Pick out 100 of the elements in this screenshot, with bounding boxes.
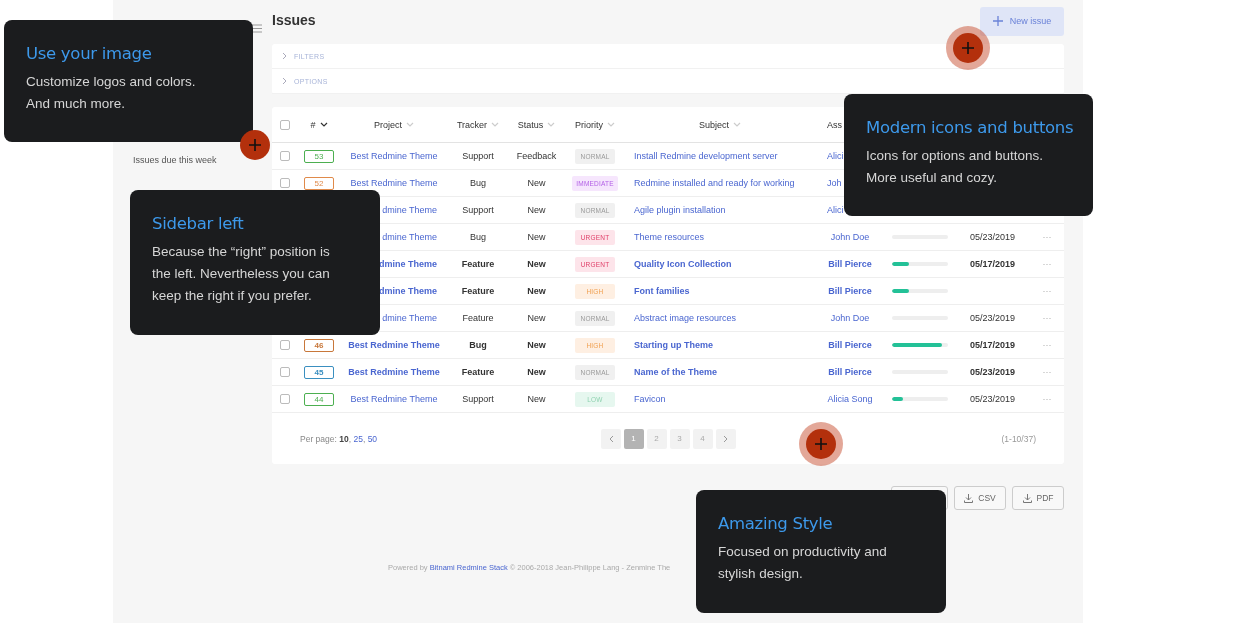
checkbox[interactable]: [280, 367, 290, 377]
table-cell-text: New: [526, 178, 547, 188]
assignee-link[interactable]: John Doe: [830, 232, 870, 242]
column-header[interactable]: Status: [517, 119, 556, 130]
tooltip-title: Sidebar left: [152, 214, 245, 233]
table-cell-text: Feature: [461, 313, 495, 323]
column-header[interactable]: Priority: [575, 119, 615, 130]
column-header[interactable]: Project: [374, 119, 414, 130]
project-link[interactable]: dmine Theme: [379, 259, 437, 269]
table-cell-text: Bug: [469, 178, 487, 188]
table-cell-text: Feature: [460, 259, 496, 269]
table-cell-text: New: [526, 286, 547, 296]
sort-chevron-icon: [319, 122, 328, 127]
chevron-right-icon: [722, 434, 729, 443]
project-link[interactable]: Best Redmine Theme: [348, 367, 440, 377]
column-header[interactable]: #: [310, 119, 328, 130]
subject-link[interactable]: Name of the Theme: [634, 367, 718, 377]
assignee-link[interactable]: Bill Pierce: [828, 367, 872, 377]
column-header[interactable]: Ass: [827, 119, 842, 130]
subject-link[interactable]: Theme resources: [634, 232, 705, 242]
table-cell-text: Feature: [460, 367, 496, 377]
tooltip-text: Customize logos and colors. And much more.: [26, 73, 197, 113]
subject-link[interactable]: Abstract image resources: [634, 313, 737, 323]
table-cell-text: Support: [461, 205, 495, 215]
table-cell-text: New: [526, 367, 547, 377]
tooltip-title: Modern icons and buttons: [866, 118, 1075, 137]
export-button[interactable]: CSV: [954, 486, 1006, 510]
previous-page-button[interactable]: [600, 428, 621, 449]
page-title: Issues: [272, 12, 316, 30]
due-date: 05/23/2019: [969, 367, 1015, 377]
checkbox[interactable]: [280, 340, 290, 350]
export-button[interactable]: PDF: [1012, 486, 1064, 510]
sidebar-link[interactable]: Issues due this week: [133, 155, 217, 165]
issue-id-tag[interactable]: 52: [304, 176, 334, 190]
subject-link[interactable]: Starting up Theme: [634, 340, 713, 350]
project-link[interactable]: dmine Theme: [379, 286, 437, 296]
assignee-link[interactable]: Alici: [827, 151, 844, 161]
table-cell-text: Support: [461, 151, 495, 161]
result-count: (1-10/37): [1001, 433, 1036, 444]
issue-id-tag[interactable]: 53: [304, 149, 334, 163]
sort-chevron-icon: [547, 122, 556, 127]
issue-id-tag[interactable]: 44: [304, 392, 334, 406]
due-date: 05/17/2019: [969, 259, 1015, 269]
per-page-link[interactable]: 50: [367, 433, 378, 444]
table-cell-text: Bug: [468, 340, 488, 350]
tooltip-title: Amazing Style: [718, 514, 834, 533]
tooltip-title: Use your image: [26, 44, 153, 63]
project-link[interactable]: Best Redmine Theme: [350, 151, 438, 161]
checkbox[interactable]: [280, 119, 290, 130]
due-date: 05/23/2019: [969, 313, 1015, 323]
table-cell-text: Feedback: [515, 151, 558, 161]
due-date: 05/23/2019: [969, 232, 1015, 242]
table-cell-text: New: [526, 259, 547, 269]
subject-link[interactable]: Install Redmine development server: [634, 151, 778, 161]
project-link[interactable]: Best Redmine Theme: [348, 340, 440, 350]
issue-id-tag[interactable]: 46: [304, 338, 334, 352]
project-link[interactable]: dmine Theme: [382, 232, 437, 242]
tooltip-text: Icons for options and buttons. More useful and cozy.: [866, 147, 1045, 187]
project-link[interactable]: Best Redmine Theme: [350, 178, 438, 188]
project-link[interactable]: dmine Theme: [382, 205, 437, 215]
assignee-link[interactable]: Joh: [827, 178, 842, 188]
subject-link[interactable]: Font families: [634, 286, 690, 296]
issue-id-tag[interactable]: 45: [304, 365, 334, 379]
chevron-icon: [282, 52, 288, 60]
assignee-link[interactable]: Bill Pierce: [828, 340, 872, 350]
per-page-link[interactable]: 25: [353, 433, 363, 444]
column-header[interactable]: Tracker: [456, 119, 500, 130]
progress-bar: [892, 343, 948, 347]
table-cell-text: New: [526, 313, 547, 323]
project-link[interactable]: dmine Theme: [382, 313, 437, 323]
assignee-link[interactable]: John Doe: [830, 313, 870, 323]
assignee-link[interactable]: Bill Pierce: [828, 286, 872, 296]
subject-link[interactable]: Favicon: [634, 394, 666, 404]
next-page-button[interactable]: [715, 428, 736, 449]
assignee-link[interactable]: Alici: [827, 205, 844, 215]
download-icon: [964, 493, 974, 503]
sort-chevron-icon: [491, 122, 500, 127]
menu-icon[interactable]: [252, 24, 262, 33]
assignee-link[interactable]: Alicia Song: [827, 394, 873, 404]
due-date: 05/23/2019: [969, 394, 1015, 404]
table-cell-text: Bug: [469, 232, 487, 242]
checkbox[interactable]: [280, 151, 290, 161]
plus-icon: [962, 42, 974, 54]
checkbox[interactable]: [280, 178, 290, 188]
table-cell-text: New: [526, 232, 547, 242]
subject-link[interactable]: Redmine installed and ready for working: [634, 178, 795, 188]
subject-link[interactable]: Quality Icon Collection: [634, 259, 732, 269]
column-header[interactable]: Subject: [699, 119, 741, 130]
assignee-link[interactable]: Bill Pierce: [828, 259, 872, 269]
tooltip-text: Because the “right” position is the left. Nevertheless you can keep the right if you prefer.: [152, 243, 331, 305]
sort-chevron-icon: [607, 122, 615, 127]
table-cell-text: New: [526, 205, 547, 215]
subject-link[interactable]: Agile plugin installation: [634, 205, 726, 215]
plus-icon: [992, 16, 1003, 26]
project-link[interactable]: Best Redmine Theme: [350, 394, 438, 404]
new-issue-button[interactable]: New issue: [980, 6, 1064, 36]
plus-icon: [815, 438, 827, 450]
due-date: 05/17/2019: [969, 340, 1015, 350]
table-cell-text: Support: [461, 394, 495, 404]
checkbox[interactable]: [280, 394, 290, 404]
